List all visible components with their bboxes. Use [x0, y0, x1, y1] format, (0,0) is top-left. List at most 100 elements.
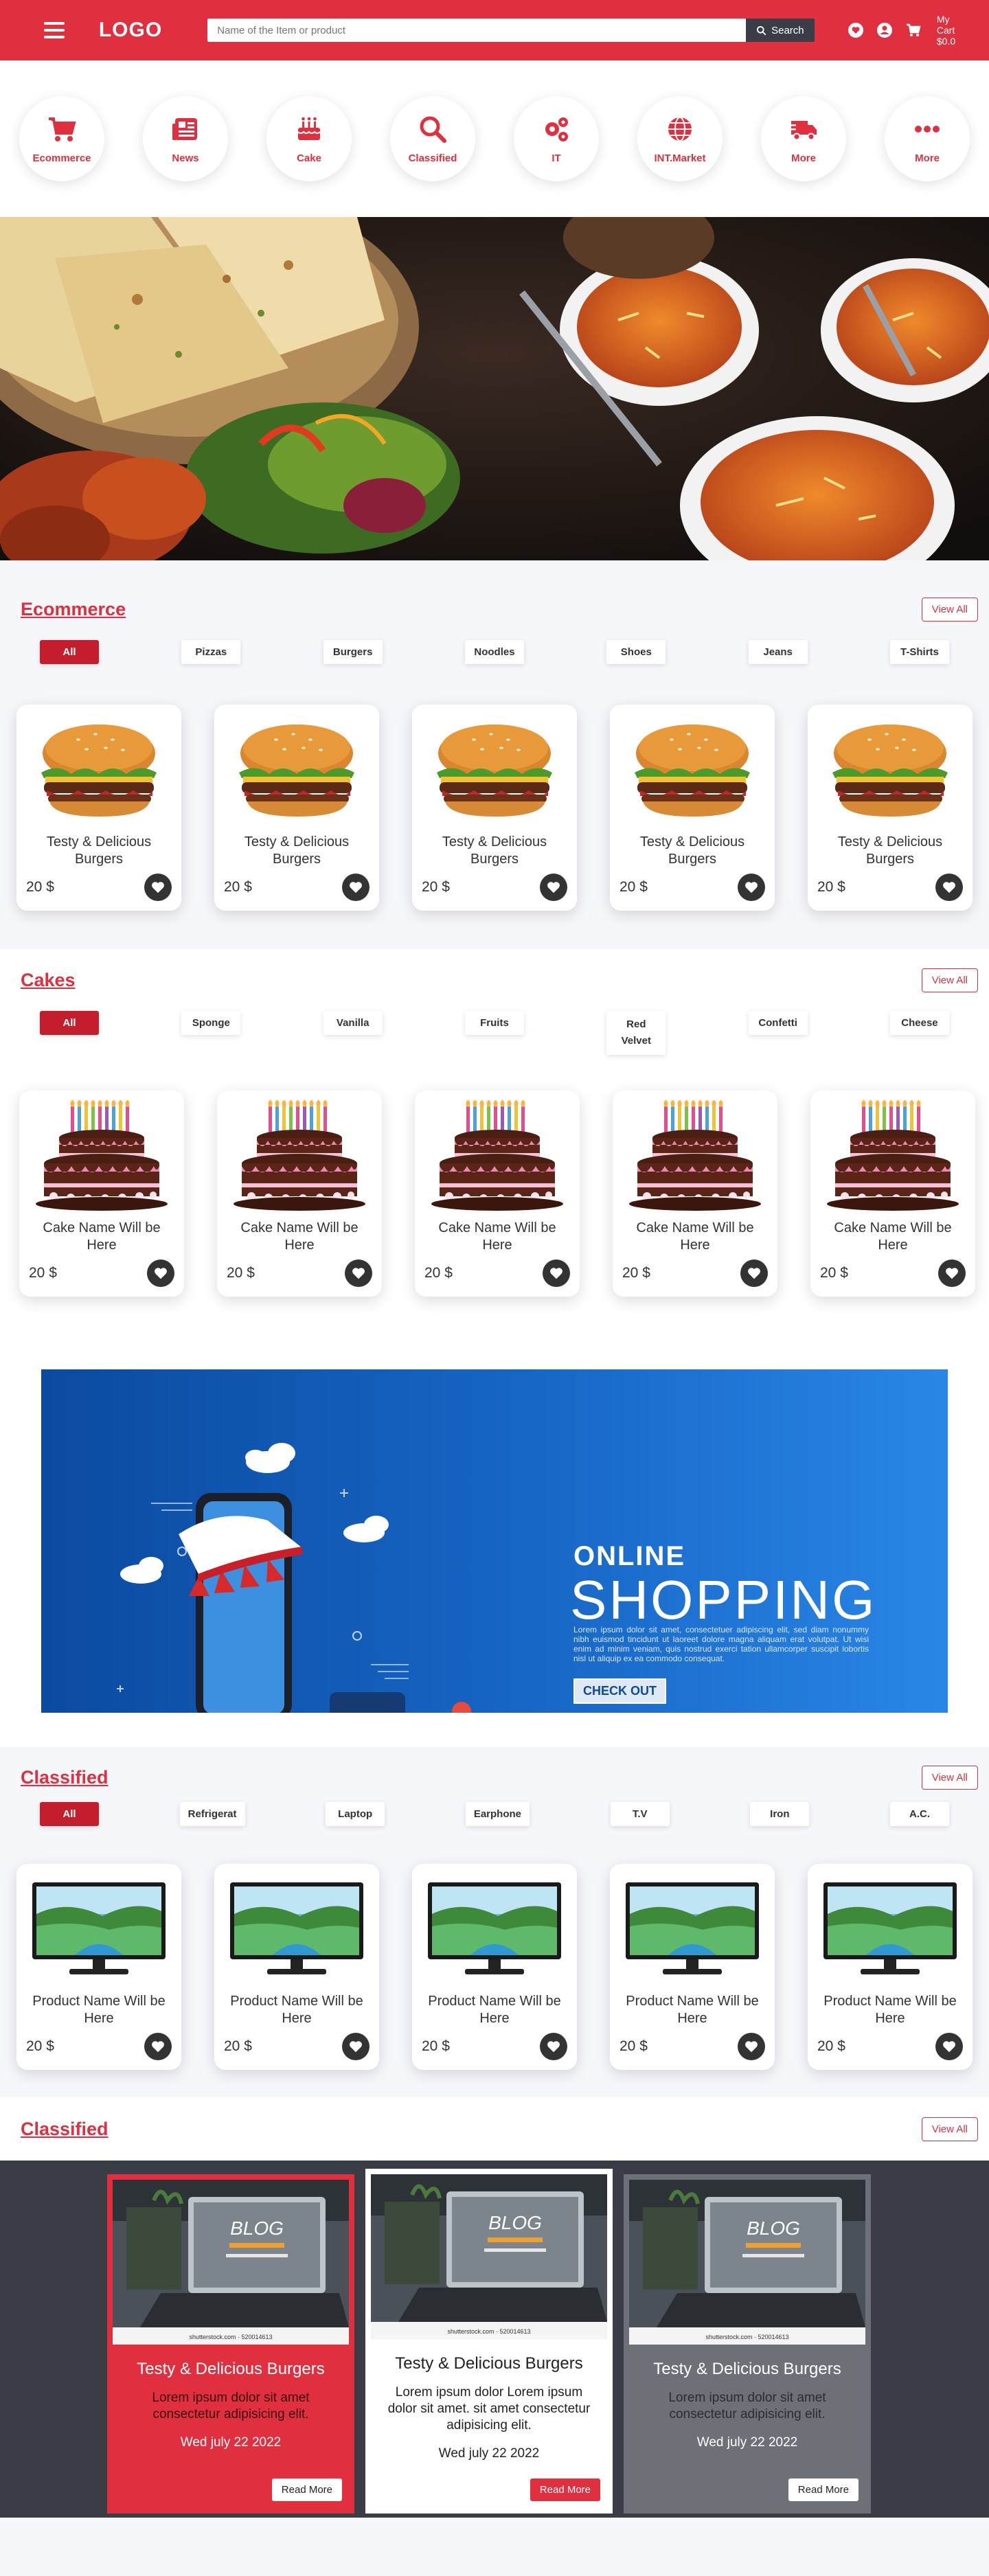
- blog-card[interactable]: BLOG shutterstock.com · 520014613 Testy & …: [624, 2174, 871, 2514]
- category-int-market[interactable]: INT.Market: [637, 96, 723, 181]
- classified-card[interactable]: Product Name Will be Here 20 $: [16, 1864, 181, 2070]
- cake-card[interactable]: Cake Name Will be Here 20 $: [810, 1091, 975, 1297]
- product-name[interactable]: Product Name Will be Here: [224, 1993, 370, 2027]
- filter-shoes[interactable]: Shoes: [606, 640, 666, 664]
- cake-card[interactable]: Cake Name Will be Here 20 $: [415, 1091, 580, 1297]
- product-name[interactable]: Cake Name Will be Here: [820, 1220, 966, 1254]
- filter-jeans[interactable]: Jeans: [748, 640, 808, 664]
- category-news[interactable]: News: [143, 96, 228, 181]
- wishlist-button[interactable]: [543, 1259, 570, 1287]
- product-name[interactable]: Product Name Will be Here: [817, 1993, 963, 2027]
- wishlist-button[interactable]: [342, 874, 370, 901]
- category-ecommerce[interactable]: Ecommerce: [19, 96, 104, 181]
- filter-refrigerator[interactable]: Refrigerat: [179, 1802, 245, 1826]
- product-name[interactable]: Product Name Will be Here: [26, 1993, 172, 2027]
- blog-title[interactable]: Testy & Delicious Burgers: [371, 2354, 607, 2373]
- wishlist-button[interactable]: [144, 874, 172, 901]
- wishlist-button[interactable]: [540, 874, 567, 901]
- wishlist-button[interactable]: [740, 1259, 768, 1287]
- filter-noodles[interactable]: Noodles: [464, 640, 524, 664]
- cart-icon[interactable]: [905, 22, 922, 38]
- product-image[interactable]: [622, 1100, 768, 1211]
- section-title[interactable]: Cakes: [21, 970, 76, 991]
- classified-card[interactable]: Product Name Will be Here 20 $: [412, 1864, 577, 2070]
- filter-ac[interactable]: A.C.: [889, 1802, 949, 1826]
- filter-earphone[interactable]: Earphone: [465, 1802, 530, 1826]
- filter-red-velvet[interactable]: Red Velvet: [606, 1011, 666, 1055]
- category-more-delivery[interactable]: More: [761, 96, 846, 181]
- blog-card[interactable]: BLOG shutterstock.com · 520014613 Testy & …: [365, 2169, 613, 2514]
- search-button[interactable]: Search: [745, 19, 815, 42]
- blog-image[interactable]: BLOG shutterstock.com · 520014613: [371, 2174, 607, 2339]
- product-image[interactable]: [422, 716, 567, 825]
- filter-tv[interactable]: T.V: [610, 1802, 670, 1826]
- product-name[interactable]: Cake Name Will be Here: [622, 1220, 768, 1254]
- filter-all[interactable]: All: [40, 640, 99, 664]
- cake-card[interactable]: Cake Name Will be Here 20 $: [613, 1091, 777, 1297]
- product-image[interactable]: [817, 716, 963, 825]
- filter-all[interactable]: All: [40, 1011, 99, 1035]
- product-card[interactable]: Testy & Delicious Burgers 20 $: [610, 705, 775, 911]
- filter-confetti[interactable]: Confetti: [748, 1011, 808, 1035]
- product-name[interactable]: Product Name Will be Here: [619, 1993, 765, 2027]
- wishlist-button[interactable]: [345, 1259, 372, 1287]
- category-cake[interactable]: Cake: [266, 96, 352, 181]
- product-card[interactable]: Testy & Delicious Burgers 20 $: [808, 705, 973, 911]
- wishlist-button[interactable]: [938, 1259, 966, 1287]
- section-title[interactable]: Ecommerce: [21, 599, 126, 620]
- view-all-button[interactable]: View All: [921, 1765, 978, 1790]
- wishlist-button[interactable]: [147, 1259, 174, 1287]
- category-classified[interactable]: Classified: [390, 96, 475, 181]
- product-image[interactable]: [224, 716, 370, 825]
- wishlist-button[interactable]: [342, 2033, 370, 2060]
- view-all-button[interactable]: View All: [921, 597, 978, 622]
- category-it[interactable]: IT: [514, 96, 599, 181]
- blog-title[interactable]: Testy & Delicious Burgers: [629, 2360, 865, 2379]
- product-name[interactable]: Testy & Delicious Burgers: [817, 834, 963, 868]
- classified-card[interactable]: Product Name Will be Here 20 $: [214, 1864, 379, 2070]
- user-account-icon[interactable]: [876, 22, 893, 38]
- product-name[interactable]: Product Name Will be Here: [422, 1993, 567, 2027]
- blog-card[interactable]: BLOG shutterstock.com · 520014613 Testy & …: [107, 2174, 354, 2514]
- product-image[interactable]: [224, 1875, 370, 1985]
- product-name[interactable]: Cake Name Will be Here: [424, 1220, 570, 1254]
- product-image[interactable]: [29, 1100, 174, 1211]
- filter-vanilla[interactable]: Vanilla: [323, 1011, 383, 1035]
- filter-pizzas[interactable]: Pizzas: [181, 640, 241, 664]
- filter-sponge[interactable]: Sponge: [181, 1011, 241, 1035]
- wishlist-button[interactable]: [935, 874, 963, 901]
- section-title[interactable]: Classified: [21, 1767, 109, 1788]
- blog-title[interactable]: Testy & Delicious Burgers: [113, 2360, 349, 2379]
- product-image[interactable]: [422, 1875, 567, 1985]
- product-image[interactable]: [619, 1875, 765, 1985]
- cart-summary[interactable]: My Cart $0.0: [937, 14, 970, 47]
- classified-card[interactable]: Product Name Will be Here 20 $: [610, 1864, 775, 2070]
- product-name[interactable]: Testy & Delicious Burgers: [422, 834, 567, 868]
- online-shopping-banner[interactable]: ONLINE SHOPPING Lorem ipsum dolor sit am…: [41, 1369, 948, 1713]
- section-title[interactable]: Classified: [21, 2119, 109, 2140]
- view-all-button[interactable]: View All: [921, 968, 978, 992]
- product-name[interactable]: Cake Name Will be Here: [227, 1220, 372, 1254]
- product-image[interactable]: [820, 1100, 966, 1211]
- product-name[interactable]: Cake Name Will be Here: [29, 1220, 174, 1254]
- product-image[interactable]: [424, 1100, 570, 1211]
- read-more-button[interactable]: Read More: [788, 2478, 859, 2501]
- product-name[interactable]: Testy & Delicious Burgers: [224, 834, 370, 868]
- product-image[interactable]: [817, 1875, 963, 1985]
- read-more-button[interactable]: Read More: [271, 2478, 342, 2501]
- filter-cheese[interactable]: Cheese: [889, 1011, 949, 1035]
- wishlist-button[interactable]: [935, 2033, 963, 2060]
- product-card[interactable]: Testy & Delicious Burgers 20 $: [16, 705, 181, 911]
- product-name[interactable]: Testy & Delicious Burgers: [26, 834, 172, 868]
- wishlist-button[interactable]: [738, 2033, 765, 2060]
- product-card[interactable]: Testy & Delicious Burgers 20 $: [214, 705, 379, 911]
- filter-fruits[interactable]: Fruits: [464, 1011, 524, 1035]
- product-image[interactable]: [26, 1875, 172, 1985]
- product-image[interactable]: [26, 716, 172, 825]
- view-all-button[interactable]: View All: [921, 2117, 978, 2141]
- search-input[interactable]: [207, 19, 746, 42]
- check-out-button[interactable]: CHECK OUT: [573, 1678, 666, 1704]
- read-more-button[interactable]: Read More: [530, 2478, 600, 2501]
- wishlist-button[interactable]: [540, 2033, 567, 2060]
- cake-card[interactable]: Cake Name Will be Here 20 $: [19, 1091, 184, 1297]
